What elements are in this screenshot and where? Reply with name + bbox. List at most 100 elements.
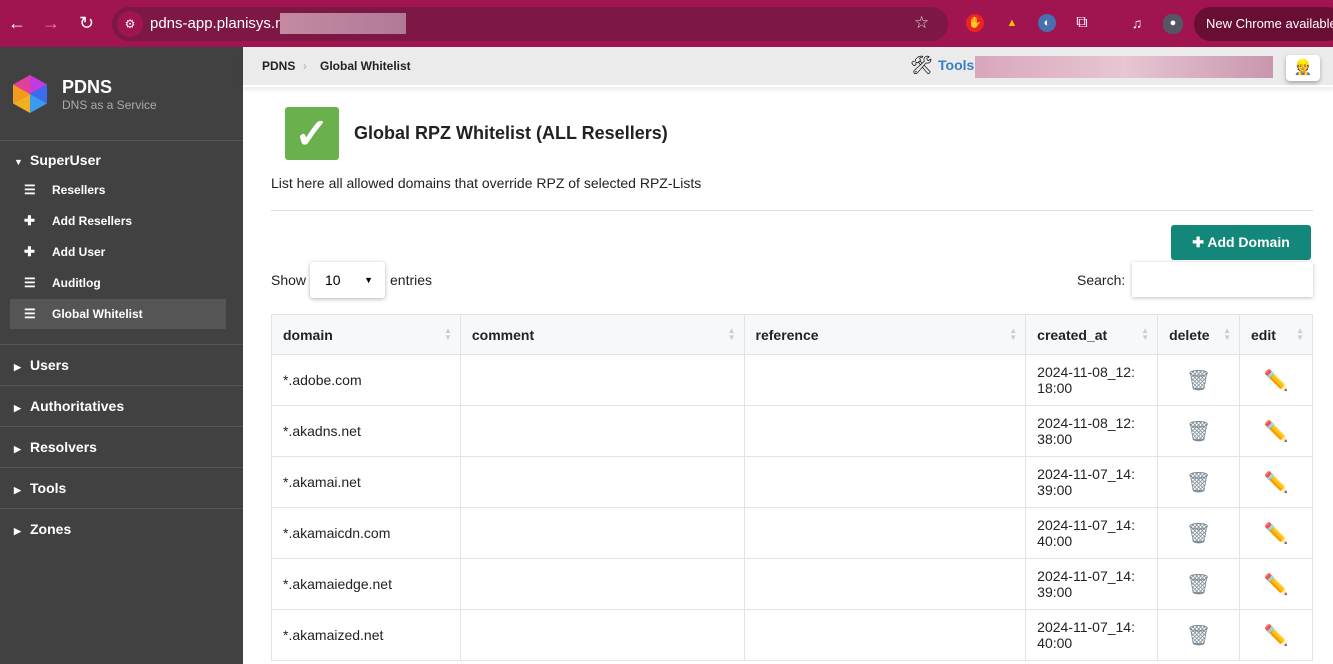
column-header-reference[interactable]: reference ▲ ▼ — [743, 314, 1027, 355]
column-label: edit — [1251, 326, 1276, 343]
address-bar[interactable]: ⚙ pdns-app.planisys.net: — [112, 7, 948, 41]
new-chrome-button[interactable]: New Chrome available — [1194, 7, 1333, 41]
back-icon[interactable]: ← — [8, 13, 26, 34]
sidebar-section-resolvers[interactable]: ▶ Resolvers — [14, 439, 97, 455]
section-label: Users — [30, 357, 69, 373]
sort-icon: ▲ ▼ — [1009, 326, 1018, 342]
search-label: Search: — [1077, 272, 1126, 288]
reference-cell — [743, 558, 1027, 610]
list-icon: ☰ — [24, 182, 36, 197]
sidebar-section-tools[interactable]: ▶ Tools — [14, 480, 66, 496]
trash-icon[interactable]: 🗑 — [1157, 456, 1240, 508]
trash-icon[interactable]: 🗑 — [1157, 405, 1240, 457]
entries-select[interactable]: 10 ▼ — [310, 262, 385, 298]
sidebar-item-global-whitelist[interactable]: ☰ Global Whitelist — [10, 299, 226, 329]
list-icon: ☰ — [24, 275, 36, 290]
sidebar-item-label: Global Whitelist — [52, 307, 143, 321]
sidebar-item-add-user[interactable]: ✚ Add User — [10, 237, 226, 267]
reload-icon[interactable]: ↻ — [79, 13, 94, 34]
trash-icon[interactable]: 🗑 — [1157, 609, 1240, 661]
divider — [0, 385, 243, 386]
table-row: *.adobe.com 2024-11-08_12:18:00 🗑 ✏️ — [271, 354, 1313, 406]
sort-icon: ▲ ▼ — [443, 326, 452, 342]
section-label: Authoritatives — [30, 398, 125, 414]
breadcrumb-home[interactable]: PDNS — [262, 59, 295, 73]
plus-icon: ✚ — [24, 244, 35, 259]
checkmark-icon: ✓ — [285, 107, 339, 160]
divider — [0, 140, 243, 141]
user-avatar[interactable]: 👷 — [1286, 55, 1320, 81]
adblock-extension-icon[interactable]: ✋ — [966, 14, 984, 32]
column-header-edit[interactable]: edit ▲ ▼ — [1239, 314, 1313, 355]
divider — [0, 467, 243, 468]
drive-extension-icon[interactable]: ▲ — [1003, 14, 1021, 32]
comment-cell — [459, 456, 745, 508]
comment-cell — [459, 558, 745, 610]
column-header-delete[interactable]: delete ▲ ▼ — [1157, 314, 1240, 355]
pencil-icon[interactable]: ✏️ — [1239, 609, 1313, 661]
reference-cell — [743, 609, 1027, 661]
section-label: Resolvers — [30, 439, 97, 455]
breadcrumb-separator-icon: › — [303, 59, 307, 73]
section-label: Zones — [30, 521, 72, 537]
sidebar-item-resellers[interactable]: ☰ Resellers — [10, 175, 226, 205]
divider — [0, 508, 243, 509]
show-label: Show — [271, 272, 307, 288]
created-at-cell: 2024-11-07_14:39:00 — [1025, 456, 1159, 508]
site-settings-icon[interactable]: ⚙ — [117, 11, 143, 37]
pencil-icon[interactable]: ✏️ — [1239, 405, 1313, 457]
section-label: SuperUser — [30, 152, 101, 168]
domain-cell: *.akamai.net — [271, 456, 461, 508]
pencil-icon[interactable]: ✏️ — [1239, 507, 1313, 559]
created-at-cell: 2024-11-07_14:40:00 — [1025, 507, 1159, 559]
entries-value: 10 — [325, 272, 341, 288]
sidebar-section-users[interactable]: ▶ Users — [14, 357, 69, 373]
column-label: created_at — [1037, 326, 1108, 343]
comment-cell — [459, 405, 745, 457]
section-label: Tools — [30, 480, 67, 496]
table-row: *.akadns.net 2024-11-08_12:38:00 🗑 ✏️ — [271, 405, 1313, 457]
trash-icon[interactable]: 🗑 — [1157, 354, 1240, 406]
extension-icon[interactable]: ◐ — [1038, 14, 1056, 32]
column-header-domain[interactable]: domain ▲ ▼ — [271, 314, 461, 355]
pencil-icon[interactable]: ✏️ — [1239, 354, 1313, 406]
comment-cell — [459, 609, 745, 661]
add-domain-button[interactable]: ✚ Add Domain — [1171, 225, 1311, 260]
search-input[interactable] — [1132, 262, 1313, 297]
sidebar-item-label: Add User — [52, 245, 106, 259]
column-label: comment — [471, 326, 535, 343]
comment-cell — [459, 354, 745, 406]
sidebar: PDNS DNS as a Service ▼ SuperUser ☰ Resell… — [0, 47, 243, 664]
bookmark-star-icon[interactable]: ☆ — [914, 13, 929, 33]
tools-icon: 🛠 — [910, 55, 933, 75]
sidebar-section-authoritatives[interactable]: ▶ Authoritatives — [14, 398, 124, 414]
plus-icon: ✚ — [1192, 234, 1208, 250]
browser-toolbar: ← → ↻ ⚙ pdns-app.planisys.net: ☆ ✋ ▲ ◐ ⧉… — [0, 0, 1333, 47]
reference-cell — [743, 354, 1027, 406]
tools-link[interactable]: Tools — [938, 57, 974, 73]
sidebar-item-label: Auditlog — [52, 276, 101, 290]
brand-tagline: DNS as a Service — [62, 98, 157, 112]
pdns-logo-icon — [13, 75, 47, 113]
sidebar-section-superuser[interactable]: ▼ SuperUser — [14, 152, 101, 168]
puzzle-extensions-icon[interactable]: ⧉ — [1073, 14, 1091, 32]
trash-icon[interactable]: 🗑 — [1157, 558, 1240, 610]
brand-name: PDNS — [62, 77, 113, 97]
profile-avatar[interactable]: ● — [1163, 14, 1183, 34]
button-label: Add Domain — [1207, 234, 1290, 250]
sidebar-item-add-resellers[interactable]: ✚ Add Resellers — [10, 206, 226, 236]
column-header-comment[interactable]: comment ▲ ▼ — [459, 314, 745, 355]
domain-cell: *.akamaicdn.com — [271, 507, 461, 559]
column-label: delete — [1169, 326, 1210, 343]
domain-cell: *.akamaized.net — [271, 609, 461, 661]
media-icon[interactable]: ♫ — [1128, 14, 1146, 32]
sidebar-section-zones[interactable]: ▶ Zones — [14, 521, 71, 537]
trash-icon[interactable]: 🗑 — [1157, 507, 1240, 559]
pencil-icon[interactable]: ✏️ — [1239, 558, 1313, 610]
column-header-created-at[interactable]: created_at ▲ ▼ — [1025, 314, 1159, 355]
pencil-icon[interactable]: ✏️ — [1239, 456, 1313, 508]
sidebar-item-auditlog[interactable]: ☰ Auditlog — [10, 268, 226, 298]
caret-right-icon: ▶ — [14, 526, 21, 536]
divider — [0, 426, 243, 427]
forward-icon[interactable]: → — [42, 13, 60, 34]
